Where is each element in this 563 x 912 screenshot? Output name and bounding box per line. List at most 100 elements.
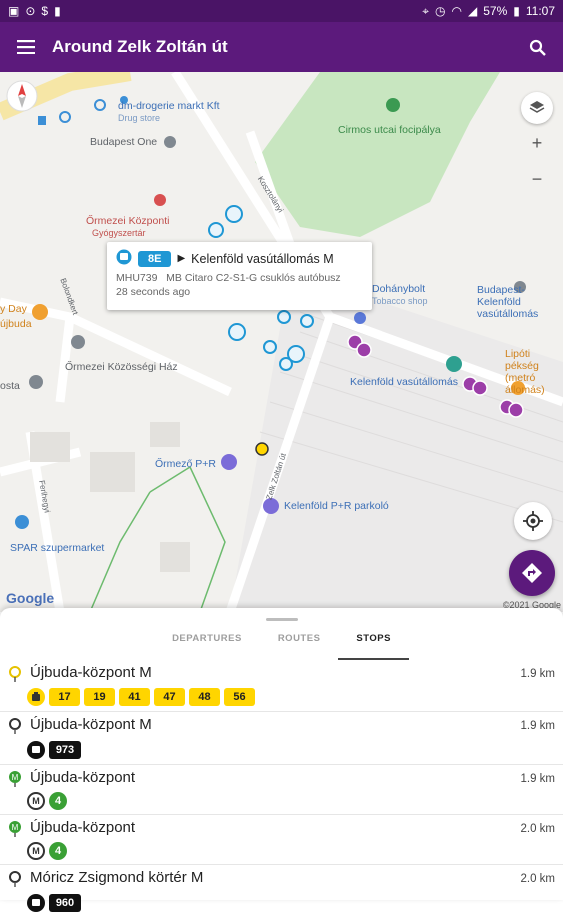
vibrate-icon: ▮ bbox=[54, 4, 61, 18]
list-item[interactable]: Móricz Zsigmond körtér M 2.0 km 960 bbox=[0, 865, 563, 912]
stop-list: Újbuda-központ M 1.9 km 17 19 41 47 48 5… bbox=[0, 660, 563, 912]
route-badges: M 4 bbox=[27, 792, 67, 810]
stop-distance: 2.0 km bbox=[520, 823, 555, 835]
route-badge-41[interactable]: 41 bbox=[119, 688, 150, 706]
route-badge-960[interactable]: 960 bbox=[49, 894, 81, 912]
poi-day[interactable]: y Day bbox=[0, 303, 27, 315]
bus-icon bbox=[27, 741, 45, 759]
poi-dm[interactable]: dm-drogerie markt Kft bbox=[118, 100, 220, 112]
my-location-button[interactable] bbox=[514, 502, 552, 540]
metro-icon: M bbox=[27, 842, 45, 860]
stop-name: Újbuda-központ M bbox=[30, 716, 152, 733]
bottom-sheet: DEPARTURES ROUTES STOPS Újbuda-központ M… bbox=[0, 608, 563, 912]
notification-icon: ▣ bbox=[8, 4, 20, 18]
list-item[interactable]: M Újbuda-központ 2.0 km M 4 bbox=[0, 815, 563, 865]
vehicle-popup[interactable]: 8E ▶ Kelenföld vasútállomás M MHU739 MB … bbox=[107, 242, 372, 310]
tab-bar: DEPARTURES ROUTES STOPS bbox=[0, 628, 563, 660]
page-title: Around Zelk Zoltán út bbox=[52, 37, 228, 56]
metro-stop-icon: M bbox=[8, 821, 22, 842]
directions-button[interactable] bbox=[509, 550, 555, 596]
google-logo: Google bbox=[6, 590, 55, 606]
poi-dohanybolt[interactable]: Dohánybolt bbox=[372, 283, 425, 295]
popup-destination: Kelenföld vasútállomás M bbox=[191, 251, 334, 266]
stop-name: Újbuda-központ M bbox=[30, 664, 152, 681]
status-left-icons: ▣ ⊙ $ ▮ bbox=[8, 4, 61, 18]
stop-distance: 1.9 km bbox=[520, 668, 555, 680]
route-badges: 17 19 41 47 48 56 bbox=[27, 688, 255, 706]
map-view[interactable]: dm-drogerie markt Kft Drug store Budapes… bbox=[0, 72, 563, 612]
svg-text:M: M bbox=[12, 823, 19, 832]
popup-route-badge: 8E bbox=[138, 250, 172, 267]
route-badge-17[interactable]: 17 bbox=[49, 688, 80, 706]
directions-icon bbox=[522, 563, 542, 583]
stop-distance: 2.0 km bbox=[520, 873, 555, 885]
route-badge-19[interactable]: 19 bbox=[84, 688, 115, 706]
list-item[interactable]: Újbuda-központ M 1.9 km 17 19 41 47 48 5… bbox=[0, 660, 563, 712]
popup-age: 28 seconds ago bbox=[116, 286, 191, 298]
route-badge-m4[interactable]: 4 bbox=[49, 792, 67, 810]
poi-kelenfold-vasutallomas[interactable]: Kelenföld vasútállomás bbox=[350, 376, 458, 388]
poi-kelenfold-pr[interactable]: Kelenföld P+R parkoló bbox=[284, 500, 389, 512]
search-icon[interactable] bbox=[511, 22, 563, 72]
tab-routes[interactable]: ROUTES bbox=[260, 628, 339, 660]
bus-stop-icon bbox=[8, 871, 22, 892]
sync-icon: ⊙ bbox=[25, 4, 36, 18]
route-badge-48[interactable]: 48 bbox=[189, 688, 220, 706]
tram-stop-icon bbox=[8, 666, 22, 687]
popup-vehicle-info: MHU739 MB Citaro C2-S1-G csuklós autóbus… bbox=[116, 272, 341, 284]
stop-distance: 1.9 km bbox=[520, 773, 555, 785]
route-badge-973[interactable]: 973 bbox=[49, 741, 81, 759]
list-item[interactable]: Újbuda-központ M 1.9 km 973 bbox=[0, 712, 563, 765]
bus-icon bbox=[27, 894, 45, 912]
svg-text:M: M bbox=[12, 773, 19, 782]
app-bar: Around Zelk Zoltán út bbox=[0, 22, 563, 72]
poi-ormezei-kozponti[interactable]: Őrmezei Központi bbox=[86, 215, 169, 227]
poi-dm-sub: Drug store bbox=[118, 113, 161, 123]
tram-icon bbox=[27, 688, 45, 706]
route-badges: 973 bbox=[27, 741, 81, 759]
poi-cirmos[interactable]: Cirmos utcai focipálya bbox=[338, 124, 441, 136]
route-badges: 960 bbox=[27, 894, 81, 912]
wifi-icon: ◠ bbox=[451, 4, 462, 18]
layers-button[interactable] bbox=[521, 92, 553, 124]
poi-spar[interactable]: SPAR szupermarket bbox=[10, 542, 104, 554]
poi-ormezei-kozossegi[interactable]: Őrmezei Közösségi Ház bbox=[65, 361, 178, 373]
stop-name: Újbuda-központ bbox=[30, 769, 136, 786]
poi-posta[interactable]: osta bbox=[0, 380, 20, 392]
dollar-icon: $ bbox=[41, 4, 49, 18]
crosshair-icon bbox=[523, 511, 543, 531]
tab-departures[interactable]: DEPARTURES bbox=[154, 628, 260, 660]
menu-icon[interactable] bbox=[0, 22, 52, 72]
bus-icon bbox=[116, 249, 132, 268]
alarm-icon: ◷ bbox=[435, 4, 446, 18]
bus-stop-icon bbox=[8, 718, 22, 739]
route-badges: M 4 bbox=[27, 842, 67, 860]
stop-name: Móricz Zsigmond körtér M bbox=[30, 869, 204, 886]
list-item[interactable]: M Újbuda-központ 1.9 km M 4 bbox=[0, 765, 563, 815]
tab-stops[interactable]: STOPS bbox=[338, 628, 409, 660]
poi-budapest-one[interactable]: Budapest One bbox=[90, 136, 157, 148]
status-bar: ▣ ⊙ $ ▮ ⌖ ◷ ◠ ◢ 57% ▮ 11:07 bbox=[0, 0, 563, 22]
poi-lipoti[interactable]: Lipóti pékség (metró állomás) bbox=[505, 348, 563, 396]
drag-handle[interactable] bbox=[266, 618, 298, 621]
signal-icon: ◢ bbox=[467, 4, 478, 18]
poi-ormezei-kozponti-sub: Gyógyszertár bbox=[92, 228, 146, 238]
metro-stop-icon: M bbox=[8, 771, 22, 792]
poi-kelenfold-vasut[interactable]: Budapest-Kelenföld vasútállomás bbox=[477, 284, 563, 320]
route-badge-56[interactable]: 56 bbox=[224, 688, 255, 706]
zoom-out-button[interactable]: − bbox=[521, 163, 553, 195]
poi-ormezo-pr[interactable]: Őrmező P+R bbox=[155, 458, 216, 470]
location-icon: ⌖ bbox=[422, 3, 430, 18]
clock: 11:07 bbox=[525, 4, 555, 18]
layers-icon bbox=[529, 101, 545, 113]
route-badge-47[interactable]: 47 bbox=[154, 688, 185, 706]
poi-ujbuda: újbuda bbox=[0, 318, 32, 330]
poi-dohanybolt-sub: Tobacco shop bbox=[372, 296, 428, 306]
zoom-in-button[interactable]: + bbox=[521, 127, 553, 159]
play-arrow-icon: ▶ bbox=[177, 253, 186, 264]
route-badge-m4[interactable]: 4 bbox=[49, 842, 67, 860]
battery-text: 57% bbox=[483, 4, 508, 18]
stop-name: Újbuda-központ bbox=[30, 819, 136, 836]
stop-distance: 1.9 km bbox=[520, 720, 555, 732]
map-base bbox=[0, 72, 563, 612]
